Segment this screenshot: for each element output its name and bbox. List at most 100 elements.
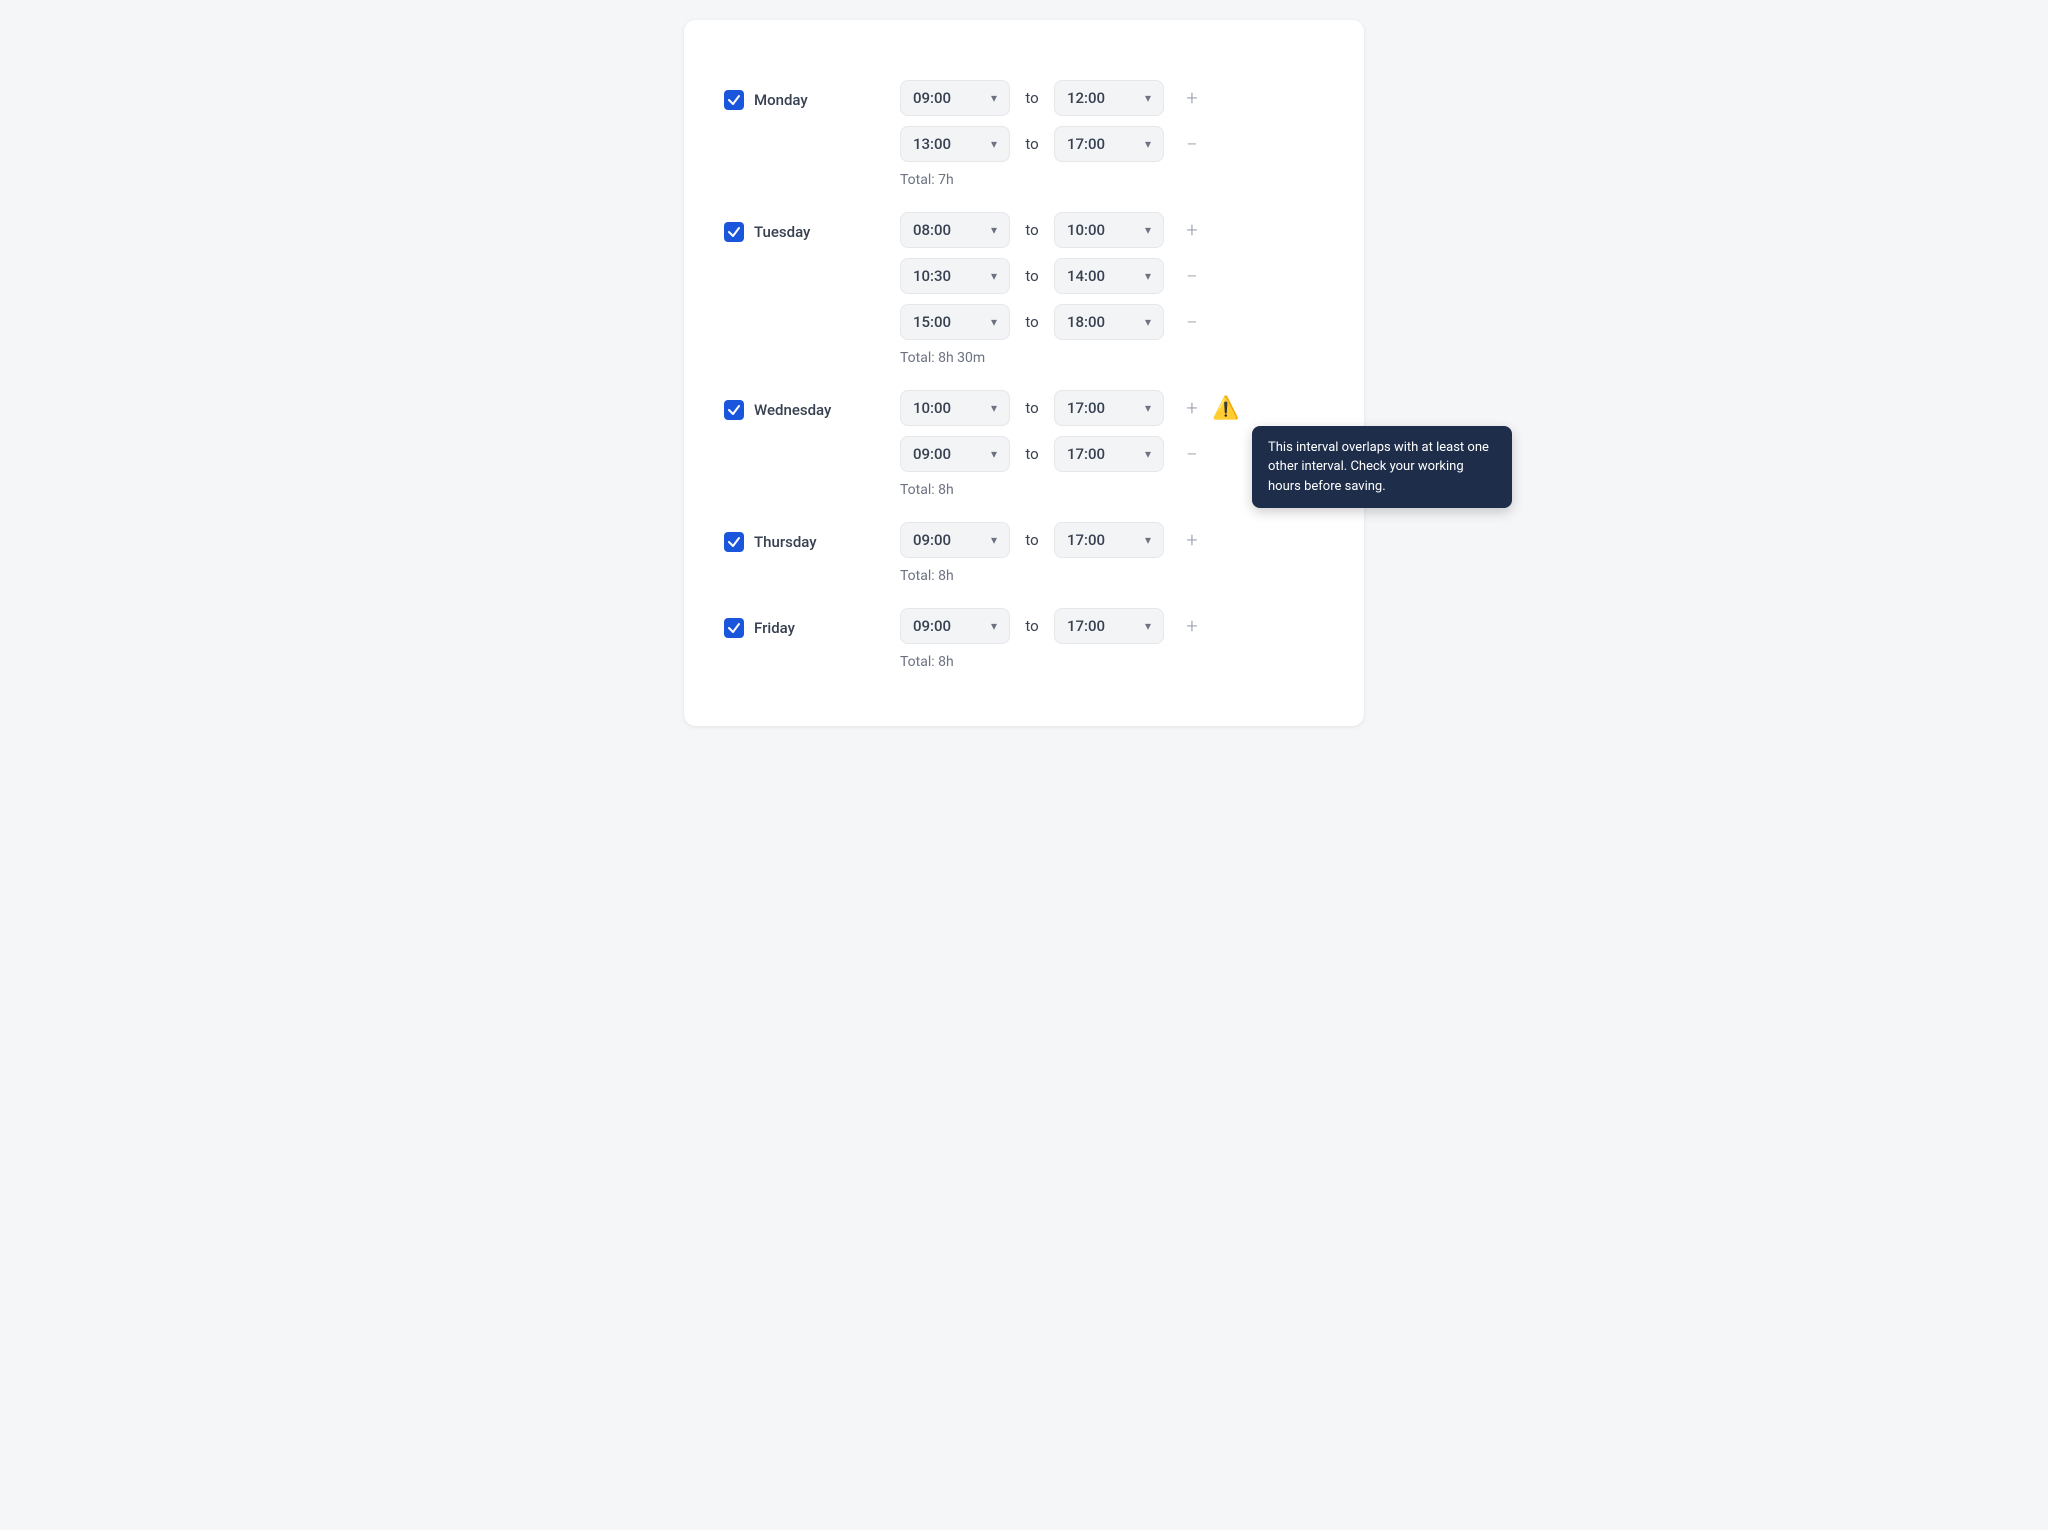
chevron-from-icon-tuesday-2: ▾ [991, 315, 997, 329]
interval-row-thursday-0: 09:00▾ to 17:00▾ + [900, 522, 1324, 558]
time-to-wednesday-0[interactable]: 17:00▾ [1054, 390, 1164, 426]
time-from-wednesday-0[interactable]: 10:00▾ [900, 390, 1010, 426]
interval-row-wednesday-0: 10:00▾to17:00▾+⚠️This interval overlaps … [900, 390, 1324, 426]
chevron-from-icon-wednesday-0: ▾ [991, 401, 997, 415]
chevron-to-icon-tuesday-2: ▾ [1145, 315, 1151, 329]
time-to-value-thursday-0: 17:00 [1067, 531, 1137, 549]
chevron-to-icon-tuesday-1: ▾ [1145, 269, 1151, 283]
day-section-monday: Monday09:00▾to12:00▾+13:00▾to17:00▾−Tota… [724, 80, 1324, 192]
day-name-tuesday: Tuesday [754, 223, 810, 241]
day-label-area-tuesday: Tuesday [724, 212, 884, 242]
checkbox-tuesday[interactable] [724, 222, 744, 242]
day-section-wednesday: Wednesday 10:00▾ to 17:00 ▾ +⚠️This interval … [724, 390, 1324, 502]
time-from-value-tuesday-2: 15:00 [913, 313, 983, 331]
add-interval-btn-tuesday-0[interactable]: + [1176, 214, 1208, 246]
time-to-value-tuesday-0: 10:00 [1067, 221, 1137, 239]
to-label-thursday-0: to [1022, 531, 1042, 549]
time-to-monday-0[interactable]: 12:00 ▾ [1054, 80, 1164, 116]
intervals-area-wednesday: 10:00▾ to 17:00 ▾ +⚠️This interval overlaps … [900, 390, 1324, 502]
add-interval-btn-friday-0[interactable]: + [1176, 610, 1208, 642]
time-to-tuesday-2[interactable]: 18:00▾ [1054, 304, 1164, 340]
intervals-area-friday: 09:00 ▾ to 17:00 ▾ + Total: 8h [900, 608, 1324, 674]
interval-row-tuesday-0: 08:00▾to10:00▾+ [900, 212, 1324, 248]
to-label-tuesday-1: to [1022, 267, 1042, 285]
time-to-tuesday-0[interactable]: 10:00 ▾ [1054, 212, 1164, 248]
checkbox-monday[interactable] [724, 90, 744, 110]
time-to-value-monday-0: 12:00 [1067, 89, 1137, 107]
time-from-value-thursday-0: 09:00 [913, 531, 983, 549]
time-from-tuesday-2[interactable]: 15:00 ▾ [900, 304, 1010, 340]
intervals-area-tuesday: 08:00▾to10:00▾+10:30▾to14:00▾−15:00▾to18… [900, 212, 1324, 370]
time-to-friday-0[interactable]: 17:00 ▾ [1054, 608, 1164, 644]
interval-row-monday-1: 13:00▾to17:00▾− [900, 126, 1324, 162]
chevron-from-icon-friday-0: ▾ [991, 619, 997, 633]
time-from-friday-0[interactable]: 09:00 ▾ [900, 608, 1010, 644]
to-label-wednesday-1: to [1022, 445, 1042, 463]
day-total-monday: Total: 7h [900, 172, 1324, 188]
day-header-tuesday: Tuesday08:00▾to10:00▾+10:30▾to14:00▾−15:… [724, 212, 1324, 370]
day-name-friday: Friday [754, 619, 795, 637]
checkbox-thursday[interactable] [724, 532, 744, 552]
time-to-value-monday-1: 17:00 [1067, 135, 1137, 153]
interval-actions-friday-0: + [1176, 610, 1208, 642]
chevron-from-icon-wednesday-1: ▾ [991, 447, 997, 461]
time-from-value-wednesday-1: 09:00 [913, 445, 983, 463]
time-from-monday-1[interactable]: 13:00 ▾ [900, 126, 1010, 162]
warning-icon-wednesday-0[interactable]: ⚠️ [1212, 396, 1239, 421]
chevron-to-icon-tuesday-0: ▾ [1145, 223, 1151, 237]
time-from-value-monday-0: 09:00 [913, 89, 983, 107]
checkbox-wednesday[interactable] [724, 400, 744, 420]
remove-interval-btn-monday-1[interactable]: − [1176, 128, 1208, 160]
time-to-value-friday-0: 17:00 [1067, 617, 1137, 635]
chevron-to-icon-monday-0: ▾ [1145, 91, 1151, 105]
day-total-friday: Total: 8h [900, 654, 1324, 670]
chevron-to-icon-monday-1: ▾ [1145, 137, 1151, 151]
day-total-thursday: Total: 8h [900, 568, 1324, 584]
time-from-wednesday-1[interactable]: 09:00 ▾ [900, 436, 1010, 472]
time-from-monday-0[interactable]: 09:00▾ [900, 80, 1010, 116]
chevron-to-icon-friday-0: ▾ [1145, 619, 1151, 633]
add-interval-btn-wednesday-0[interactable]: + [1176, 392, 1208, 424]
time-to-tuesday-1[interactable]: 14:00 ▾ [1054, 258, 1164, 294]
interval-actions-monday-0: + [1176, 82, 1208, 114]
remove-interval-btn-tuesday-2[interactable]: − [1176, 306, 1208, 338]
checkbox-friday[interactable] [724, 618, 744, 638]
to-label-tuesday-2: to [1022, 313, 1042, 331]
interval-actions-wednesday-0: +⚠️This interval overlaps with at least … [1176, 392, 1239, 424]
day-header-wednesday: Wednesday 10:00▾ to 17:00 ▾ +⚠️This interval … [724, 390, 1324, 502]
time-from-value-tuesday-0: 08:00 [913, 221, 983, 239]
day-name-monday: Monday [754, 91, 808, 109]
day-name-thursday: Thursday [754, 533, 817, 551]
time-from-tuesday-0[interactable]: 08:00▾ [900, 212, 1010, 248]
chevron-to-icon-wednesday-1: ▾ [1145, 447, 1151, 461]
add-interval-btn-thursday-0[interactable]: + [1176, 524, 1208, 556]
day-section-friday: Friday 09:00 ▾ to 17:00 ▾ + Total: 8h [724, 608, 1324, 674]
remove-interval-btn-wednesday-1[interactable]: − [1176, 438, 1208, 470]
interval-actions-monday-1: − [1176, 128, 1208, 160]
time-from-value-monday-1: 13:00 [913, 135, 983, 153]
interval-actions-wednesday-1: − [1176, 438, 1208, 470]
interval-actions-tuesday-1: − [1176, 260, 1208, 292]
interval-actions-tuesday-2: − [1176, 306, 1208, 338]
time-from-tuesday-1[interactable]: 10:30▾ [900, 258, 1010, 294]
time-to-wednesday-1[interactable]: 17:00 ▾ [1054, 436, 1164, 472]
time-to-value-wednesday-1: 17:00 [1067, 445, 1137, 463]
time-from-thursday-0[interactable]: 09:00▾ [900, 522, 1010, 558]
time-to-value-tuesday-1: 14:00 [1067, 267, 1137, 285]
days-container: Monday 09:00 ▾ to 12:00 ▾ +13:00 ▾ to 17:00 ▾ − Tota… [724, 80, 1324, 674]
time-from-value-friday-0: 09:00 [913, 617, 983, 635]
to-label-friday-0: to [1022, 617, 1042, 635]
time-to-monday-1[interactable]: 17:00 ▾ [1054, 126, 1164, 162]
day-label-area-thursday: Thursday [724, 522, 884, 552]
chevron-from-icon-monday-1: ▾ [991, 137, 997, 151]
time-from-value-tuesday-1: 10:30 [913, 267, 983, 285]
interval-row-tuesday-2: 15:00 ▾ to 18:00▾− [900, 304, 1324, 340]
interval-actions-tuesday-0: + [1176, 214, 1208, 246]
time-to-thursday-0[interactable]: 17:00▾ [1054, 522, 1164, 558]
day-label-area-wednesday: Wednesday [724, 390, 884, 420]
warning-container-wednesday-0: ⚠️This interval overlaps with at least o… [1212, 396, 1239, 421]
remove-interval-btn-tuesday-1[interactable]: − [1176, 260, 1208, 292]
intervals-area-thursday: 09:00▾ to 17:00▾ + Total: 8h [900, 522, 1324, 588]
add-interval-btn-monday-0[interactable]: + [1176, 82, 1208, 114]
day-label-area-monday: Monday [724, 80, 884, 110]
